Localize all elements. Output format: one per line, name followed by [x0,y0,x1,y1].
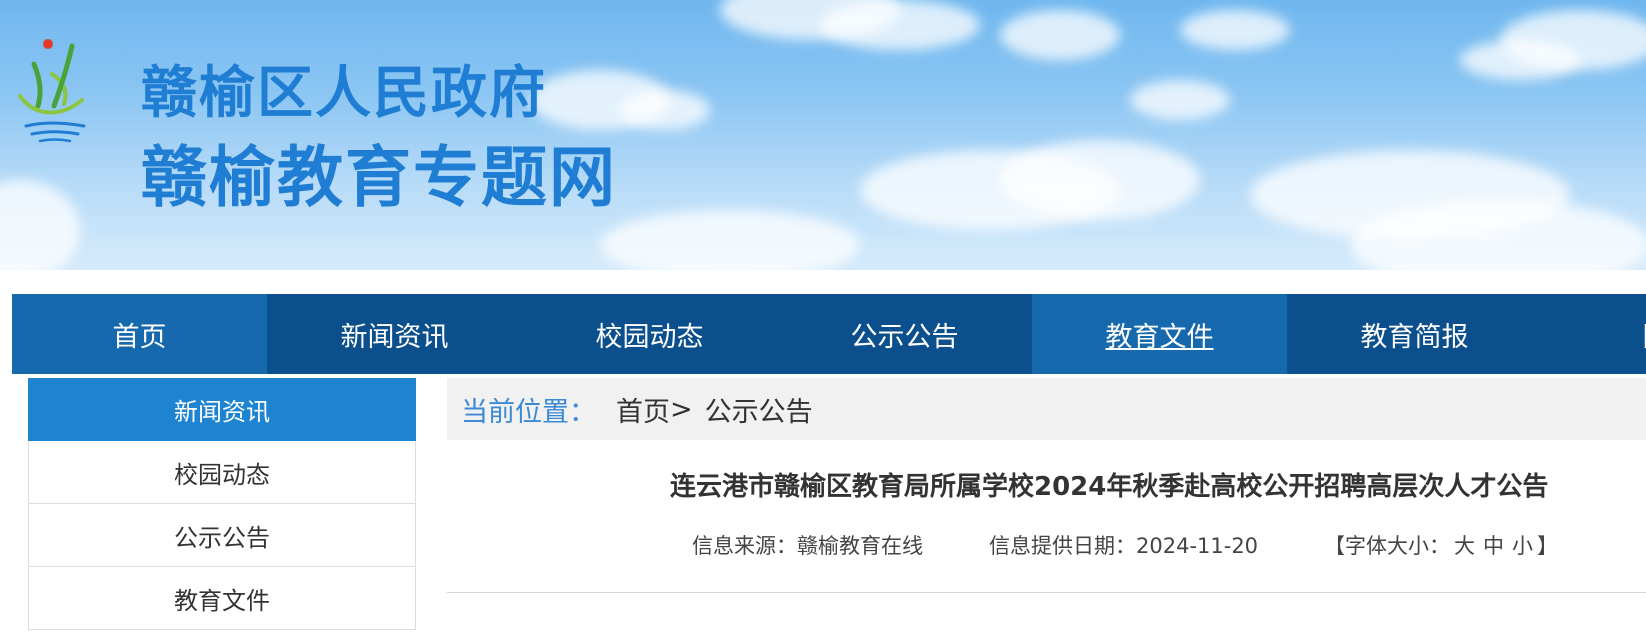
sidebar-item-documents[interactable]: 教育文件 [28,567,416,630]
font-size-control: 【字体大小：大中小】 [1324,530,1558,560]
breadcrumb-current-link[interactable]: 公示公告 [705,390,813,429]
page: 赣榆区人民政府 赣榆教育专题网 首页 新闻资讯 校园动态 公示公告 教育文件 教… [0,0,1646,632]
nav-item-home[interactable]: 首页 [12,294,267,374]
article-divider [447,592,1646,593]
sidebar-item-notices[interactable]: 公示公告 [28,504,416,567]
font-size-large-button[interactable]: 大 [1454,534,1475,558]
site-title-line1: 赣榆区人民政府 [141,61,547,126]
nav-item-briefings[interactable]: 教育简报 [1287,294,1542,374]
nav-top-strip [12,270,1646,294]
sidebar-item-news[interactable]: 新闻资讯 [28,378,416,441]
nav-item-pictures[interactable]: 图片 [1542,294,1646,374]
nav-item-campus[interactable]: 校园动态 [522,294,777,374]
font-size-close: 】 [1537,534,1559,558]
site-logo-icon[interactable] [12,34,90,146]
article-date: 信息提供日期：2024-11-20 [989,530,1258,560]
article-title: 连云港市赣榆区教育局所属学校2024年秋季赴高校公开招聘高层次人才公告 [670,472,1549,502]
breadcrumb-home-link[interactable]: 首页 [616,390,670,429]
nav-item-notices[interactable]: 公示公告 [777,294,1032,374]
sidebar: 新闻资讯 校园动态 公示公告 教育文件 [28,378,416,630]
nav-item-documents[interactable]: 教育文件 [1032,294,1287,374]
article-source: 信息来源：赣榆教育在线 [692,530,923,560]
date-value: 2024-11-20 [1136,534,1259,558]
source-label: 信息来源： [692,534,797,558]
sidebar-item-campus[interactable]: 校园动态 [28,441,416,504]
font-size-small-button[interactable]: 小 [1512,534,1533,558]
article-meta: 信息来源：赣榆教育在线 信息提供日期：2024-11-20 【字体大小：大中小】 [692,530,1558,560]
breadcrumb: 当前位置： 首页 > 公示公告 [447,378,1646,440]
header-banner: 赣榆区人民政府 赣榆教育专题网 [0,0,1646,270]
site-title-line2: 赣榆教育专题网 [141,139,617,216]
main-nav: 首页 新闻资讯 校园动态 公示公告 教育文件 教育简报 图片 [12,294,1646,374]
breadcrumb-label: 当前位置： [461,396,596,428]
source-value: 赣榆教育在线 [797,534,923,558]
font-size-medium-button[interactable]: 中 [1483,534,1504,558]
date-label: 信息提供日期： [989,534,1136,558]
nav-item-news[interactable]: 新闻资讯 [267,294,522,374]
font-size-open: 【字体大小： [1324,534,1451,558]
breadcrumb-separator: > [670,393,693,425]
